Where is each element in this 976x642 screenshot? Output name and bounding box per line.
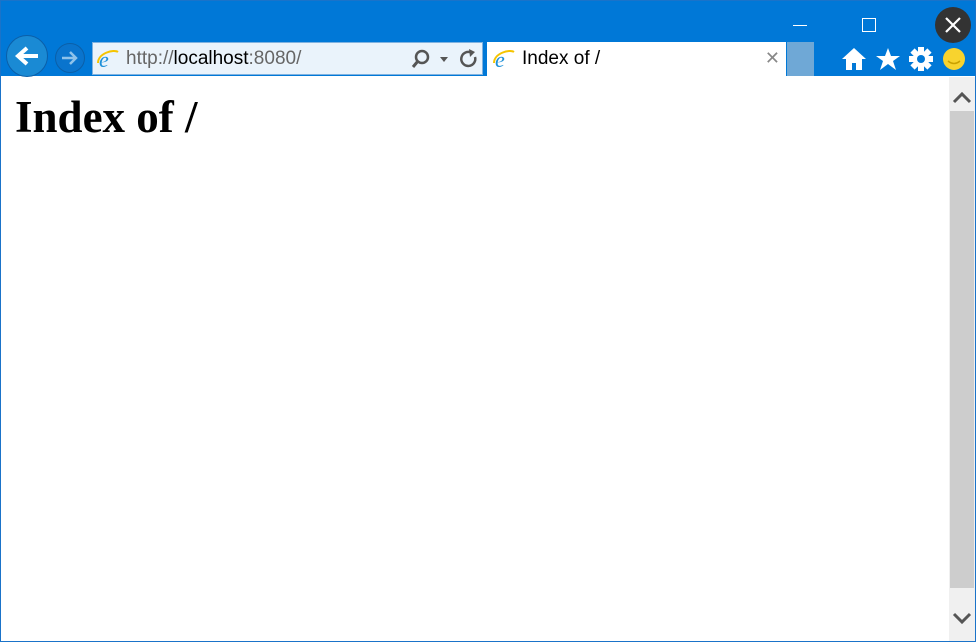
tab-title: Index of / [522,48,601,69]
title-bar: e http://localhost:8080/ e Index of / ✕ [1,1,975,77]
maximize-icon [862,18,876,32]
settings-gear-icon[interactable] [907,45,935,73]
url-host: localhost [173,47,249,69]
address-bar[interactable]: e http://localhost:8080/ [92,42,483,75]
close-button[interactable] [935,7,971,43]
back-button[interactable] [6,35,48,77]
minimize-button[interactable] [777,11,823,39]
search-icon[interactable] [411,49,431,69]
close-icon [945,17,961,33]
url-text[interactable]: http://localhost:8080/ [126,48,301,70]
arrow-left-icon [14,46,38,66]
maximize-button[interactable] [846,11,892,39]
minimize-icon [793,24,807,26]
scroll-down-icon[interactable] [952,609,972,629]
feedback-smiley-icon[interactable] [940,45,968,73]
new-tab-button[interactable] [787,42,814,76]
forward-button[interactable] [55,43,85,73]
refresh-icon[interactable] [459,48,479,69]
arrow-right-icon [62,51,78,65]
tab-close-icon[interactable]: ✕ [765,48,780,69]
favorites-star-icon[interactable] [874,45,902,73]
url-suffix: :8080/ [248,47,302,69]
ie-logo-icon: e [97,47,119,71]
browser-window: e http://localhost:8080/ e Index of / ✕ … [0,0,976,642]
home-icon[interactable] [840,45,868,73]
scroll-up-icon[interactable] [952,87,972,107]
svg-text:e: e [99,47,109,71]
vertical-scrollbar[interactable] [949,77,975,641]
tab-index[interactable]: e Index of / ✕ [487,42,786,76]
dropdown-caret-icon[interactable] [439,54,449,64]
ie-logo-icon: e [493,47,515,71]
scrollbar-thumb[interactable] [950,111,974,588]
page-heading: Index of / [15,92,198,142]
svg-text:e: e [495,47,505,71]
url-prefix: http:// [126,47,174,69]
